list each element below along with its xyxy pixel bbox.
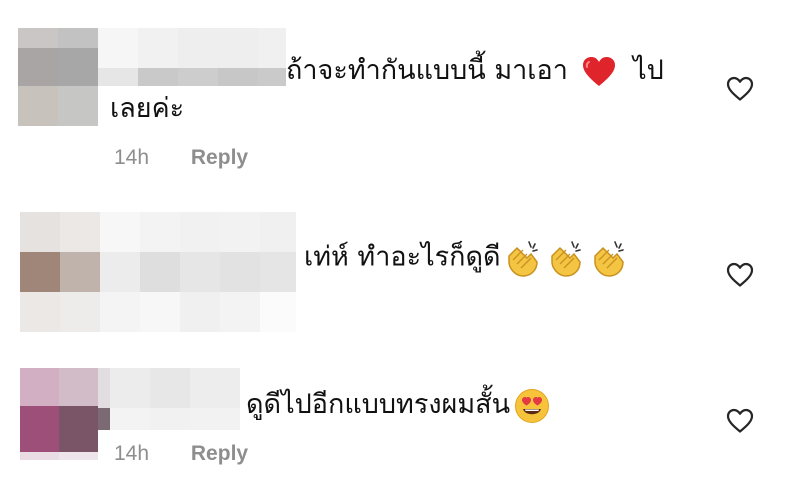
avatar[interactable] bbox=[18, 28, 98, 126]
avatar[interactable] bbox=[20, 368, 98, 460]
comment-text-line2: เลยค่ะ bbox=[110, 93, 185, 124]
comment-text-line1: ถ้าจะทำกันแบบนี้ มาเอา ไป bbox=[286, 52, 664, 90]
username-blurred[interactable] bbox=[100, 212, 296, 332]
timestamp: 14h bbox=[114, 442, 150, 465]
heart-outline-icon[interactable] bbox=[726, 408, 754, 434]
comment-text: ถ้าจะทำกันแบบนี้ มาเอา bbox=[286, 55, 568, 86]
comment-2: เท่ห์ ทำอะไรก็ดูดี bbox=[0, 190, 800, 350]
clapping-hands-icon bbox=[503, 238, 629, 278]
comment-text: เท่ห์ ทำอะไรก็ดูดี bbox=[304, 241, 501, 273]
comment-meta: 14h Reply bbox=[114, 146, 248, 170]
comment-text-tail: ไป bbox=[633, 55, 664, 86]
comment-text-line1: ดูดีไปอีกแบบทรงผมสั้น bbox=[246, 386, 550, 424]
comment-1: ถ้าจะทำกันแบบนี้ มาเอา ไป เลยค่ะ 14h Rep… bbox=[0, 0, 800, 190]
heart-outline-icon[interactable] bbox=[726, 76, 754, 102]
comment-text-line1: เท่ห์ ทำอะไรก็ดูดี bbox=[304, 238, 629, 278]
comment-text: ดูดีไปอีกแบบทรงผมสั้น bbox=[246, 389, 511, 420]
username-blurred[interactable] bbox=[98, 368, 240, 430]
reply-button[interactable]: Reply bbox=[191, 146, 248, 169]
comment-3: ดูดีไปอีกแบบทรงผมสั้น 14h Reply bbox=[0, 350, 800, 481]
heart-eyes-face-icon bbox=[514, 388, 550, 424]
comment-meta: 14h Reply bbox=[114, 442, 248, 466]
timestamp: 14h bbox=[114, 146, 150, 169]
heart-outline-icon[interactable] bbox=[726, 262, 754, 288]
red-heart-icon bbox=[582, 56, 616, 88]
username-blurred[interactable] bbox=[98, 28, 286, 86]
avatar[interactable] bbox=[20, 212, 100, 332]
reply-button[interactable]: Reply bbox=[191, 442, 248, 465]
